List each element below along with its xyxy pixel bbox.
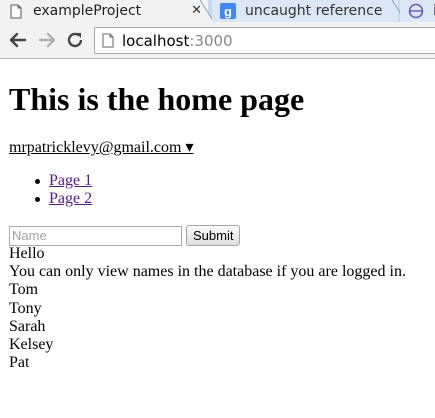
tab-strip: exampleProject ✕ g uncaught reference in — [0, 0, 435, 22]
page-content: This is the home page mrpatricklevy@gmai… — [0, 59, 435, 418]
name-item: Sarah — [9, 317, 46, 335]
google-icon: g — [220, 3, 236, 19]
output-lines: Hello You can only view names in the dat… — [9, 245, 406, 372]
page-title: This is the home page — [9, 81, 305, 117]
page-nav-list: Page 1 Page 2 — [9, 172, 92, 208]
page-info-icon[interactable] — [102, 33, 114, 48]
back-arrow-icon[interactable] — [8, 30, 28, 50]
tab-exampleproject[interactable]: exampleProject ✕ — [0, 0, 208, 22]
name-form: Submit — [9, 225, 241, 246]
name-item: Tony — [9, 299, 42, 317]
reload-icon[interactable] — [65, 30, 85, 50]
login-notice: You can only view names in the database … — [9, 263, 406, 281]
page-2-link[interactable]: Page 2 — [49, 190, 92, 207]
tab-title: uncaught reference — [245, 3, 383, 19]
account-dropdown[interactable]: mrpatricklevy@gmail.com ▾ — [9, 138, 194, 158]
tab-uncaught-reference[interactable]: g uncaught reference — [212, 0, 398, 22]
svg-text:g: g — [224, 4, 232, 19]
forward-arrow-icon[interactable] — [37, 30, 57, 50]
name-item: Kelsey — [9, 336, 54, 354]
url-host: localhost — [122, 31, 190, 50]
tab-meteor[interactable]: in — [400, 0, 435, 22]
url-port: :3000 — [189, 31, 233, 50]
address-bar[interactable]: localhost:3000 — [94, 27, 435, 54]
list-item: Page 1 — [9, 172, 92, 190]
name-input[interactable] — [9, 225, 182, 246]
meteor-icon — [408, 3, 424, 19]
browser-toolbar: localhost:3000 — [0, 22, 435, 59]
tab-title: exampleProject — [33, 3, 142, 19]
page-icon — [8, 3, 24, 19]
page-1-link[interactable]: Page 1 — [49, 172, 92, 189]
submit-button[interactable]: Submit — [186, 225, 241, 246]
name-item: Tom — [9, 281, 39, 299]
list-item: Page 2 — [9, 190, 92, 208]
greeting-text: Hello — [9, 245, 45, 262]
url-text: localhost:3000 — [122, 32, 233, 50]
name-item: Pat — [9, 354, 30, 372]
